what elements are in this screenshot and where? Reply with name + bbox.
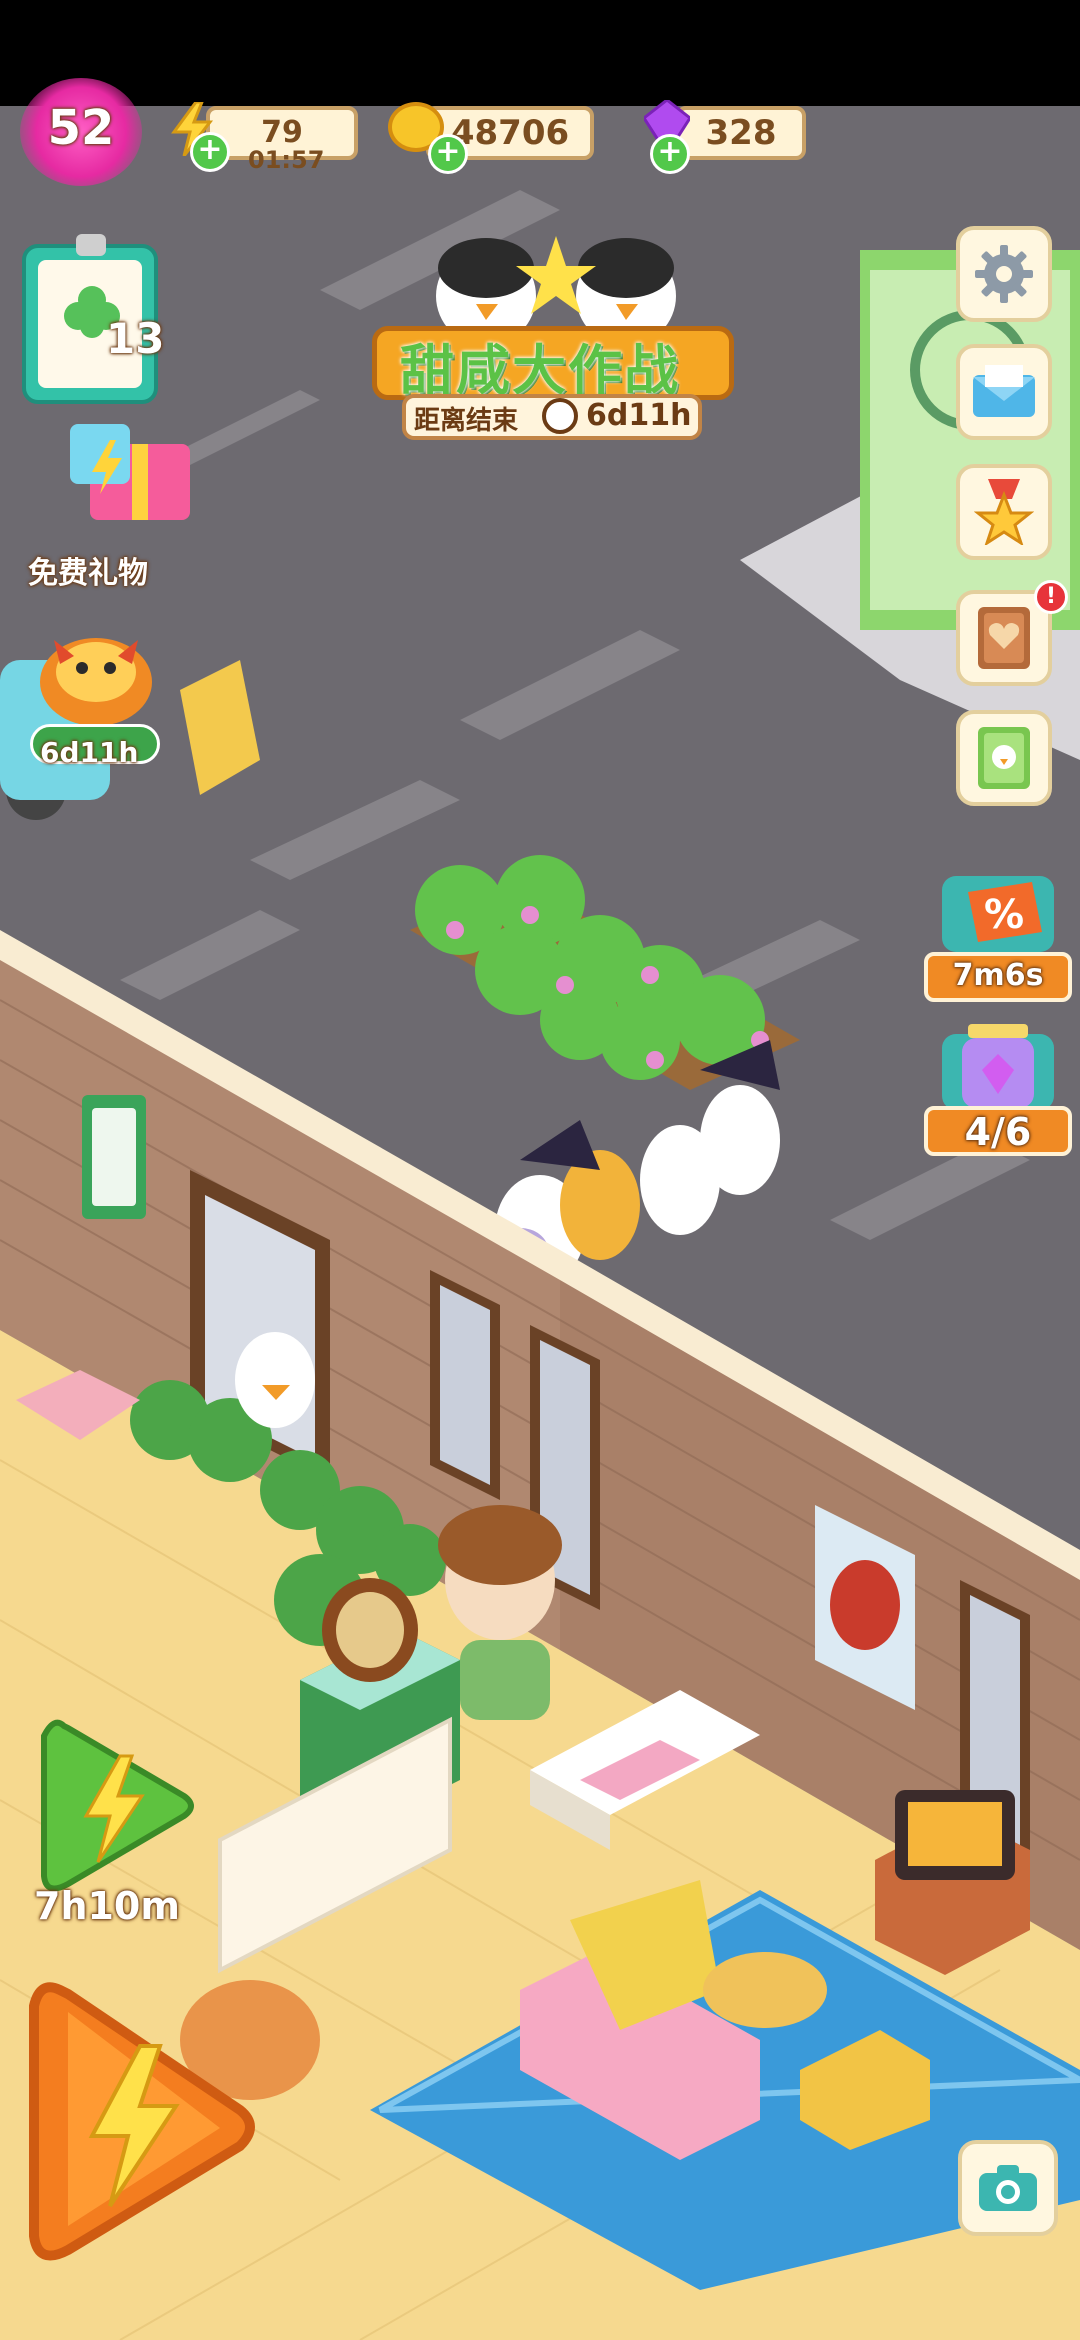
heart-book-icon — [974, 605, 1034, 671]
discount-tag-icon: % — [938, 872, 1058, 956]
dragon-event-button[interactable]: 6d11h — [18, 620, 178, 780]
free-gift-label: 免费礼物 — [28, 556, 148, 591]
settings-button[interactable] — [956, 226, 1052, 322]
status-bar — [0, 0, 1080, 106]
sale-timer: 7m6s — [952, 958, 1044, 993]
collection-book-button[interactable] — [956, 710, 1052, 806]
recipe-book-button[interactable]: ! — [956, 580, 1068, 686]
coin-value: 48706 — [450, 113, 570, 153]
dragon-event-timer: 6d11h — [40, 736, 139, 769]
clock-icon — [542, 398, 578, 434]
achievements-button[interactable] — [956, 464, 1052, 560]
dragon-icon — [34, 620, 158, 730]
camera-button[interactable] — [958, 2140, 1058, 2236]
add-gems-button[interactable]: + — [650, 134, 690, 174]
sale-offer-button[interactable]: % 7m6s — [924, 872, 1072, 1004]
level-number: 52 — [47, 100, 115, 156]
energy-value: 79 — [261, 115, 303, 150]
energy-counter[interactable]: 79 01:57 + — [170, 100, 362, 174]
energy-timer: 01:57 — [248, 146, 325, 174]
gem-jar-button[interactable]: 4/6 — [924, 1024, 1072, 1156]
envelope-icon — [971, 365, 1037, 419]
mail-button[interactable] — [956, 344, 1052, 440]
coin-counter[interactable]: 48706 + — [388, 102, 598, 174]
add-energy-button[interactable]: + — [190, 132, 230, 172]
camera-icon — [977, 2163, 1039, 2213]
jar-progress: 4/6 — [964, 1110, 1032, 1154]
task-count: 13 — [106, 314, 165, 363]
speed-boost-button[interactable]: 7h10m — [30, 1716, 200, 1936]
event-countdown-label: 距离结束 — [414, 406, 519, 436]
add-coins-button[interactable]: + — [428, 134, 468, 174]
star-medal-icon — [973, 479, 1035, 547]
green-lightning-icon — [34, 1716, 194, 1896]
duck-book-icon — [974, 725, 1034, 791]
event-countdown: 6d11h — [586, 398, 692, 433]
task-clipboard-button[interactable]: 13 — [22, 234, 165, 406]
energy-boost-button[interactable] — [20, 1976, 260, 2272]
gem-counter[interactable]: 328 + — [640, 98, 810, 174]
free-gift-button[interactable]: 免费礼物 — [14, 414, 214, 594]
level-badge[interactable]: 52 — [6, 78, 156, 188]
svg-text:%: % — [984, 892, 1024, 938]
jar-icon — [938, 1024, 1058, 1114]
gem-value: 328 — [705, 113, 777, 153]
gift-box-icon — [70, 414, 202, 524]
notification-dot: ! — [1034, 580, 1068, 614]
event-banner[interactable]: 甜咸大作战 距离结束 6d11h — [366, 226, 740, 446]
gear-icon — [973, 243, 1035, 305]
speed-boost-timer: 7h10m — [34, 1884, 180, 1928]
